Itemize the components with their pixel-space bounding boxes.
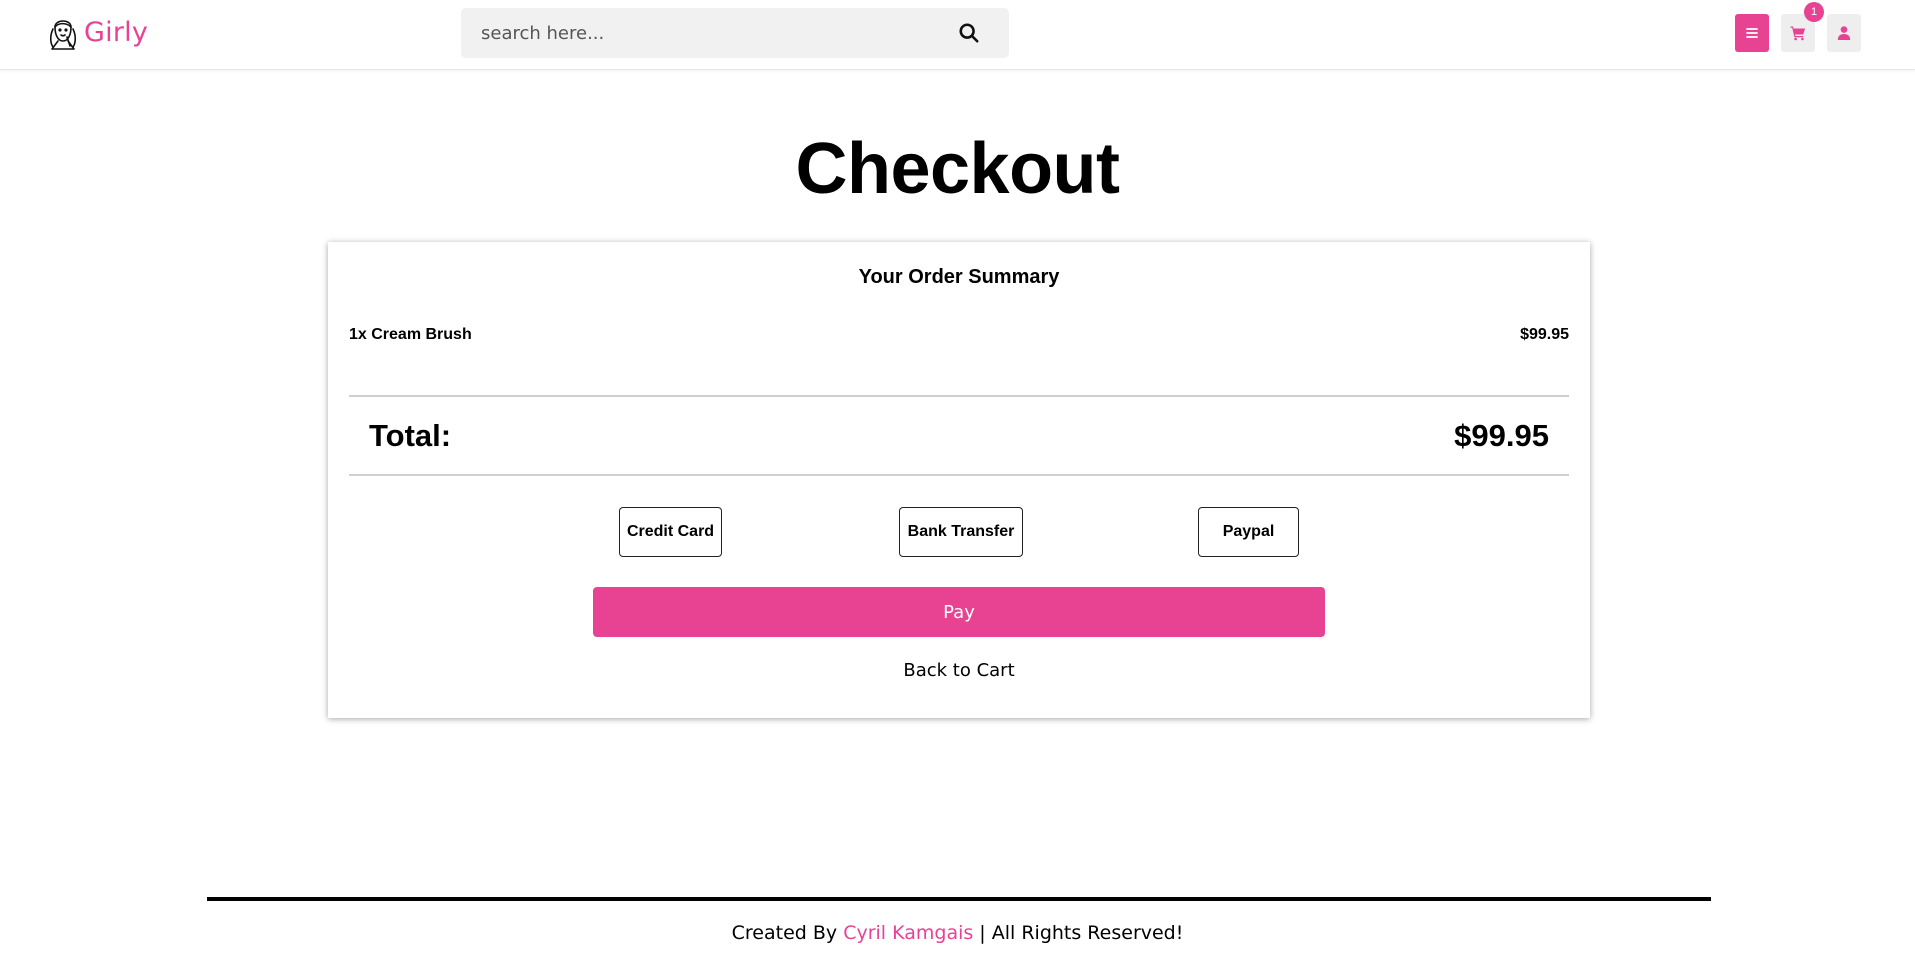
user-account-button[interactable]	[1827, 14, 1861, 52]
footer-prefix: Created By	[731, 922, 844, 944]
hamburger-menu-icon	[1746, 28, 1758, 38]
footer-divider	[207, 897, 1711, 901]
site-header: Girly 1	[0, 0, 1915, 70]
total-value: $99.95	[1454, 418, 1549, 453]
pay-button[interactable]: Pay	[593, 587, 1325, 637]
menu-button[interactable]	[1735, 14, 1769, 52]
order-summary-heading: Your Order Summary	[858, 266, 1060, 288]
search-bar	[461, 8, 1009, 58]
divider	[349, 474, 1569, 476]
paypal-option[interactable]: Paypal	[1198, 507, 1299, 557]
page-title: Checkout	[795, 129, 1120, 209]
cart-count-badge: 1	[1804, 2, 1824, 22]
total-row: Total: $99.95	[369, 418, 1549, 454]
divider	[349, 395, 1569, 397]
shopping-cart-icon	[1790, 26, 1805, 41]
credit-card-option[interactable]: Credit Card	[619, 507, 722, 557]
order-item-price: $99.95	[1520, 326, 1569, 343]
bank-transfer-option[interactable]: Bank Transfer	[899, 507, 1023, 557]
order-summary-card: Your Order Summary 1x Cream Brush $99.95…	[328, 242, 1590, 718]
logo[interactable]: Girly	[46, 12, 148, 52]
total-label: Total:	[369, 418, 452, 453]
search-button[interactable]	[949, 13, 989, 53]
search-input[interactable]	[461, 8, 949, 58]
back-to-cart-link[interactable]: Back to Cart	[328, 660, 1590, 681]
search-icon	[959, 23, 979, 43]
user-icon	[1837, 26, 1851, 40]
author-link[interactable]: Cyril Kamgais	[843, 922, 973, 944]
order-item-label: 1x Cream Brush	[349, 326, 472, 343]
footer-suffix: | All Rights Reserved!	[973, 922, 1184, 944]
girl-face-icon	[49, 20, 77, 50]
logo-text: Girly	[84, 16, 149, 48]
footer-credits: Created By Cyril Kamgais | All Rights Re…	[0, 922, 1915, 944]
order-item-row: 1x Cream Brush $99.95	[349, 326, 1569, 344]
